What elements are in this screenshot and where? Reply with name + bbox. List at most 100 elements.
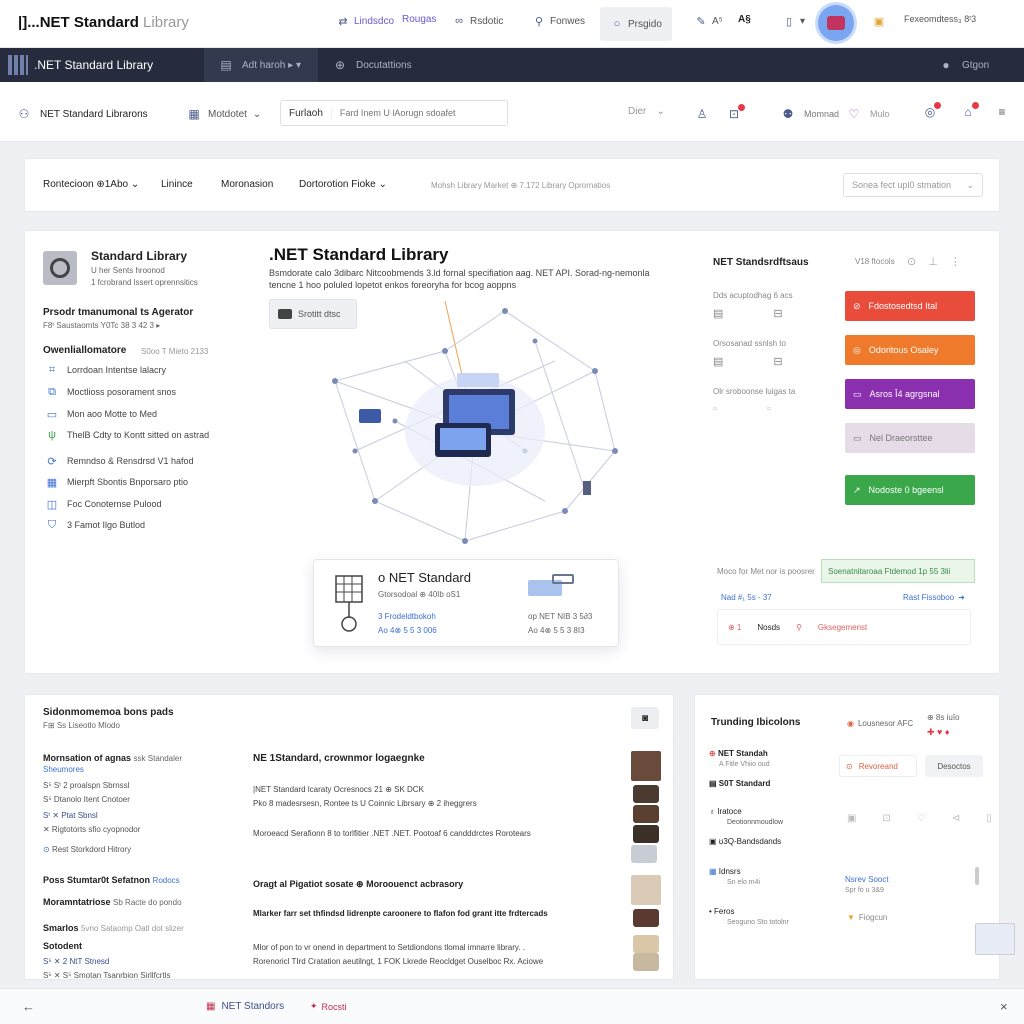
trending-item[interactable]: ⊕ NET Standah (709, 749, 768, 758)
clock-icon: ⊙ (43, 845, 50, 854)
action-button-purple[interactable]: ▭ Asros Î4 agrgsnal (845, 379, 975, 409)
info-card[interactable]: o NET Standard Gtorsodoal ⊕ 40Ib oS1 3 F… (313, 559, 619, 647)
right-row-1-icons[interactable]: ▤ ⊟ (713, 307, 783, 320)
article-thumbnail[interactable] (633, 935, 659, 953)
article-2-title[interactable]: Oragt al Pigatiot sosate ⊕ Moroouenct ac… (253, 879, 463, 890)
article-thumbnail[interactable] (633, 825, 659, 843)
action-button-light[interactable]: ▭ Nel Draeorsttee (845, 423, 975, 453)
notification-bell-icon[interactable]: ◎ (922, 102, 941, 120)
action-button-green[interactable]: ↗ Nodoste 0 bgeensl (845, 475, 975, 505)
library-row[interactable]: ⟳ Remndso & Rensdrsd V1 hafod (45, 454, 193, 468)
trending-right-b[interactable]: ▼ Fiogcun (847, 913, 887, 922)
topbar-item-links[interactable]: ⇄ Lindsdco (336, 14, 394, 28)
revorand-button[interactable]: ⊙ Revoreand (839, 755, 917, 777)
library-row[interactable]: ⧉ Moctlioss posorament snos (45, 385, 176, 399)
members-item[interactable]: ⚉ Momnad (780, 106, 839, 122)
trending-item[interactable]: • Feros (709, 907, 735, 916)
login-link[interactable]: ● Gtgon (924, 48, 1003, 82)
filter-dortorotion[interactable]: Dortorotion Fioke ⌄ (299, 179, 387, 190)
article-thumbnail[interactable] (633, 953, 659, 971)
feed-col1-item[interactable]: Mornsation of agnas ssk Standaler (43, 753, 243, 763)
user-icon[interactable]: ♙ (694, 106, 710, 122)
feed-col1-item[interactable]: S⁵ Dtanolo Itent Cnotoer (43, 795, 130, 804)
search-input[interactable] (331, 108, 507, 118)
scrollbar-thumb[interactable] (975, 867, 979, 885)
article-thumbnail[interactable] (631, 875, 661, 905)
feed-col1b-item[interactable]: S⁵ ✕ S⁵ Smotan Tsanrbion Sirllfcrtls (43, 971, 170, 980)
topbar-item-fonwes[interactable]: ⚲ Fonwes (532, 14, 585, 28)
feed-col1b-item[interactable]: Moramntatriose Sb Racte do pondo (43, 897, 182, 907)
library-row[interactable]: ▭ Mon aoo Motte to Med (45, 407, 157, 421)
feed-col1-item[interactable]: Sheumores (43, 765, 84, 774)
status-link-left[interactable]: Nad #₁ 5s - 37 (721, 593, 772, 602)
feed-col1-item[interactable]: Sᵗ ✕ Ptat Sbnsl (43, 811, 98, 820)
trending-item[interactable]: ♁ Iratoce (709, 807, 742, 816)
article-thumbnail[interactable] (631, 751, 661, 781)
article-1-title[interactable]: NE 1Standard, crownmor logaegnke (253, 753, 425, 764)
feed-col1b-item[interactable]: Poss Stumtar0t Sefatnon Rodocs (43, 875, 180, 885)
action-button-red[interactable]: ⊘ Fdostosedtsd Ital (845, 291, 975, 321)
right-row-3-icons[interactable]: ▫ ▫ (713, 403, 771, 415)
library-row[interactable]: ψ ThelB Cdty to Kontt sitted on astrad (45, 428, 209, 442)
topbar-item-search[interactable]: ○ Prsgido (600, 7, 672, 41)
chip-mid[interactable]: Nosds (757, 623, 780, 632)
feed-col1b-item[interactable]: S⁵ ✕ 2 NtT Stnesd (43, 957, 109, 966)
right-panel-controls[interactable]: ⊙ ⊥ ⋮ (907, 255, 961, 268)
desoctos-button[interactable]: Desoctos (925, 755, 983, 777)
feed-col1b-item[interactable]: Smarlos 5vno Sataomp Oatl dot slizer (43, 923, 184, 933)
avatar-button[interactable] (818, 5, 854, 41)
topbar-item-rsdotic[interactable]: ∞ Rsdotic (452, 14, 503, 28)
article-thumbnail[interactable] (633, 785, 659, 803)
library-row[interactable]: ◫ Foc Conoternse Pulood (45, 497, 162, 511)
library-row[interactable]: ▦ Mierpft Sbontis Bnporsaro ptio (45, 475, 188, 489)
topbar-document[interactable]: ▯ ▾ (782, 14, 805, 28)
library-row[interactable]: ⌗ Lorrdoan Intentse lalacry (45, 363, 166, 377)
status-link-right[interactable]: Rast Fissoboo ➜ (903, 593, 965, 602)
inbox-icon[interactable]: ⌂ (960, 102, 979, 120)
bottom-tab-2[interactable]: ✦ Rocsti (310, 1001, 347, 1012)
tab-add[interactable]: ▤ Adt haroh ▸ ▾ (204, 48, 318, 82)
filter-moronasion[interactable]: Moronasion (221, 179, 273, 190)
topbar-text-size[interactable]: A§ (738, 14, 751, 25)
trending-item[interactable]: ▣ ʊ3Q-Bandsdands (709, 837, 781, 846)
action-button-orange[interactable]: ◎ Odoritous Osaley (845, 335, 975, 365)
window-icon (278, 309, 292, 319)
trending-item[interactable]: ▤ S0T Standard (709, 779, 770, 788)
floating-widget[interactable] (975, 923, 1015, 955)
topbar-account[interactable]: ▣ (872, 14, 886, 28)
menu-icon[interactable]: ≡ (994, 104, 1010, 120)
bottom-tab-1[interactable]: ▦ NET Standors (206, 1001, 284, 1012)
search-box[interactable]: Furlaoh (280, 100, 508, 126)
brand-logo[interactable]: |]...NET Standard Library (18, 14, 189, 31)
sort-select[interactable]: Sonea fect upl0 stmation ⌄ (843, 173, 983, 197)
article-thumbnail[interactable] (633, 805, 659, 823)
library-row[interactable]: ⛉ 3 Famot Ilgo Butlod (45, 518, 145, 532)
filter-license[interactable]: Linince (161, 179, 193, 190)
library-selector[interactable]: ⚇ NET Standard Librarons (16, 106, 148, 122)
pin-icon: ⊥ (928, 256, 938, 268)
feed-action-button[interactable]: ◙ (631, 707, 659, 729)
article-thumbnail[interactable] (631, 845, 657, 863)
chip-right[interactable]: Gksegemenst (818, 623, 867, 632)
trending-right-a[interactable]: Nsrev Sooct (845, 875, 889, 884)
feed-col1-item[interactable]: ✕ Rigtotorts sfio cyopnodor (43, 825, 140, 834)
back-arrow-icon[interactable]: ← (22, 999, 35, 1014)
topbar-item-rougas[interactable]: Rougas (402, 14, 436, 25)
feed-col1-item[interactable]: ⊙ Rest Storkdord Hitrory (43, 845, 131, 854)
filter-region[interactable]: Rontecioon ⊕1Abo ⌄ (43, 179, 139, 190)
trending-item[interactable]: ▦ Idnsrs (709, 867, 741, 876)
topbar-right-label[interactable]: Fexeomdtess₃ 8ᵗ3 (904, 14, 976, 24)
trending-icon-row[interactable]: ▣ ⊡ ♡ ⊲ ▯ (847, 813, 992, 824)
cart-icon[interactable]: ⊡ (726, 104, 745, 122)
article-thumbnail[interactable] (633, 909, 659, 927)
filter-dropdown[interactable]: Dier ⌄ (628, 106, 665, 117)
feed-col1-item[interactable]: S⁵ Sᵗ 2 proalspn Sbrnssl (43, 781, 129, 790)
apps-grid-icon[interactable] (8, 55, 28, 75)
feed-col1b-item[interactable]: Sotodent (43, 941, 82, 951)
mail-item[interactable]: ♡ Mulo (846, 106, 890, 122)
tab-documentations[interactable]: ⊕ Docutattions (318, 48, 426, 82)
right-row-2-icons[interactable]: ▤ ⊟ (713, 355, 783, 368)
topbar-translate[interactable]: ✎ A⁵ (694, 14, 722, 28)
module-dropdown[interactable]: ▦ Motdotet ⌄ (186, 106, 261, 122)
close-icon[interactable]: × (1000, 999, 1008, 1014)
